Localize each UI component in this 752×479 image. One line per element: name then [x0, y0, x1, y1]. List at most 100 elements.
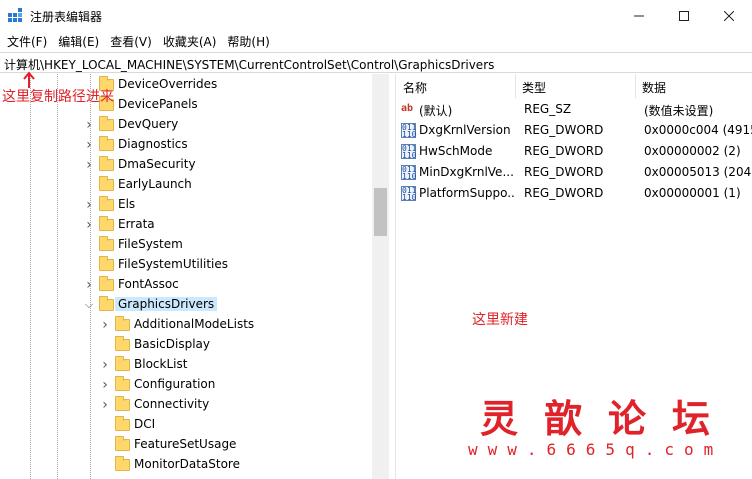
- chevron-right-icon[interactable]: ›: [100, 355, 110, 375]
- folder-icon: [115, 456, 130, 471]
- tree-item-label: MonitorDataStore: [134, 457, 240, 471]
- menu-view[interactable]: 查看(V): [106, 33, 159, 50]
- tree-item-label: DeviceOverrides: [118, 77, 218, 91]
- folder-icon: [99, 136, 114, 151]
- tree-item[interactable]: ⌵ GraphicsDrivers: [0, 295, 372, 315]
- folder-icon: [99, 296, 114, 311]
- value-row[interactable]: 011 110 HwSchMode REG_DWORD 0x00000002 (2): [397, 141, 752, 162]
- tree-item[interactable]: › Diagnostics: [0, 135, 372, 155]
- maximize-icon: [679, 10, 689, 21]
- binary-value-icon: 011 110: [401, 123, 417, 139]
- tree-item[interactable]: › Els: [0, 195, 372, 215]
- tree-item[interactable]: › DevQuery: [0, 115, 372, 135]
- menu-favorites[interactable]: 收藏夹(A): [159, 33, 224, 50]
- tree-item-label: Connectivity: [134, 397, 210, 411]
- string-value-icon: ab: [401, 103, 414, 114]
- tree-item[interactable]: › Configuration: [0, 375, 372, 395]
- chevron-right-icon[interactable]: ›: [100, 395, 110, 415]
- minimize-icon: [634, 15, 644, 16]
- menu-bar: 文件(F) 编辑(E) 查看(V) 收藏夹(A) 帮助(H): [0, 31, 752, 51]
- binary-value-icon: 011 110: [401, 186, 417, 202]
- binary-value-icon: 011 110: [401, 144, 417, 160]
- chevron-down-icon[interactable]: ⌵: [84, 295, 94, 315]
- folder-icon: [115, 396, 130, 411]
- tree-item[interactable]: EarlyLaunch: [0, 175, 372, 195]
- tree-item[interactable]: › Connectivity: [0, 395, 372, 415]
- tree-item[interactable]: FeatureSetUsage: [0, 435, 372, 455]
- tree-item-label: Configuration: [134, 377, 216, 391]
- tree-scroll-thumb[interactable]: [374, 188, 387, 236]
- tree-item-label: DmaSecurity: [118, 157, 196, 171]
- folder-icon: [99, 216, 114, 231]
- maximize-button[interactable]: [661, 0, 707, 31]
- tree-item[interactable]: BasicDisplay: [0, 335, 372, 355]
- value-data: (数值未设置): [644, 104, 714, 118]
- tree-item[interactable]: FileSystemUtilities: [0, 255, 372, 275]
- tree-item-label: Diagnostics: [118, 137, 188, 151]
- watermark-url: www.6665q.com: [468, 440, 724, 459]
- value-row[interactable]: 011 110 MinDxgKrnlVe... REG_DWORD 0x00005013…: [397, 162, 752, 183]
- annotation-copy-path: 这里复制路径进来: [2, 89, 114, 105]
- menu-file[interactable]: 文件(F): [3, 33, 54, 50]
- binary-value-icon: 011 110: [401, 165, 417, 181]
- tree-item-label: FeatureSetUsage: [134, 437, 237, 451]
- tree-item[interactable]: › BlockList: [0, 355, 372, 375]
- tree-item-label: FileSystem: [118, 237, 183, 251]
- pane-splitter[interactable]: [390, 74, 396, 479]
- value-type: REG_DWORD: [524, 186, 604, 200]
- value-type: REG_DWORD: [524, 165, 604, 179]
- column-header-type[interactable]: 类型: [516, 74, 636, 98]
- value-name: HwSchMode: [419, 144, 493, 158]
- chevron-right-icon[interactable]: ›: [100, 315, 110, 335]
- folder-icon: [99, 276, 114, 291]
- tree-item-label: DevicePanels: [118, 97, 198, 111]
- folder-icon: [115, 416, 130, 431]
- chevron-right-icon[interactable]: ›: [100, 375, 110, 395]
- tree-item[interactable]: › AdditionalModeLists: [0, 315, 372, 335]
- folder-icon: [99, 236, 114, 251]
- tree-item-label: FontAssoc: [118, 277, 179, 291]
- chevron-right-icon[interactable]: ›: [84, 195, 94, 215]
- column-header-data[interactable]: 数据: [636, 74, 752, 98]
- folder-icon: [99, 176, 114, 191]
- value-data: 0x00000001 (1): [644, 186, 741, 200]
- tree-item[interactable]: › Errata: [0, 215, 372, 235]
- address-bar[interactable]: 计算机\HKEY_LOCAL_MACHINE\SYSTEM\CurrentCon…: [0, 52, 752, 73]
- tree-item-label: AdditionalModeLists: [134, 317, 255, 331]
- value-type: REG_SZ: [524, 102, 572, 116]
- tree-scrollbar[interactable]: [372, 74, 389, 479]
- value-data: 0x0000c004 (4915: [644, 123, 752, 137]
- folder-icon: [115, 316, 130, 331]
- menu-edit[interactable]: 编辑(E): [54, 33, 106, 50]
- chevron-right-icon[interactable]: ›: [84, 275, 94, 295]
- chevron-right-icon[interactable]: ›: [84, 135, 94, 155]
- chevron-right-icon[interactable]: ›: [84, 155, 94, 175]
- tree-item[interactable]: MonitorDataStore: [0, 455, 372, 475]
- value-row[interactable]: 011 110 PlatformSuppo... REG_DWORD 0x0000000…: [397, 183, 752, 204]
- folder-icon: [115, 436, 130, 451]
- menu-help[interactable]: 帮助(H): [223, 33, 276, 50]
- close-button[interactable]: [706, 0, 752, 31]
- title-bar: 注册表编辑器: [0, 0, 752, 31]
- tree-item[interactable]: FileSystem: [0, 235, 372, 255]
- folder-icon: [115, 356, 130, 371]
- value-name: MinDxgKrnlVe...: [419, 165, 514, 179]
- tree-item-label: Els: [118, 197, 136, 211]
- chevron-right-icon[interactable]: ›: [84, 215, 94, 235]
- tree-item[interactable]: › FontAssoc: [0, 275, 372, 295]
- tree-item-label: BasicDisplay: [134, 337, 211, 351]
- tree-item-label: BlockList: [134, 357, 188, 371]
- column-header-name[interactable]: 名称: [397, 74, 516, 98]
- value-name: DxgKrnlVersion: [419, 123, 511, 137]
- tree-item[interactable]: DCI: [0, 415, 372, 435]
- folder-icon: [99, 116, 114, 131]
- chevron-right-icon[interactable]: ›: [84, 115, 94, 135]
- tree-item-label: GraphicsDrivers: [115, 297, 218, 311]
- key-tree[interactable]: DeviceOverrides DevicePanels › DevQuery › Dia…: [0, 74, 390, 479]
- value-row[interactable]: ab (默认) REG_SZ (数值未设置): [397, 99, 752, 120]
- minimize-button[interactable]: [616, 0, 662, 31]
- value-row[interactable]: 011 110 DxgKrnlVersion REG_DWORD 0x0000c004 …: [397, 120, 752, 141]
- tree-item[interactable]: › DmaSecurity: [0, 155, 372, 175]
- folder-icon: [99, 156, 114, 171]
- folder-icon: [99, 196, 114, 211]
